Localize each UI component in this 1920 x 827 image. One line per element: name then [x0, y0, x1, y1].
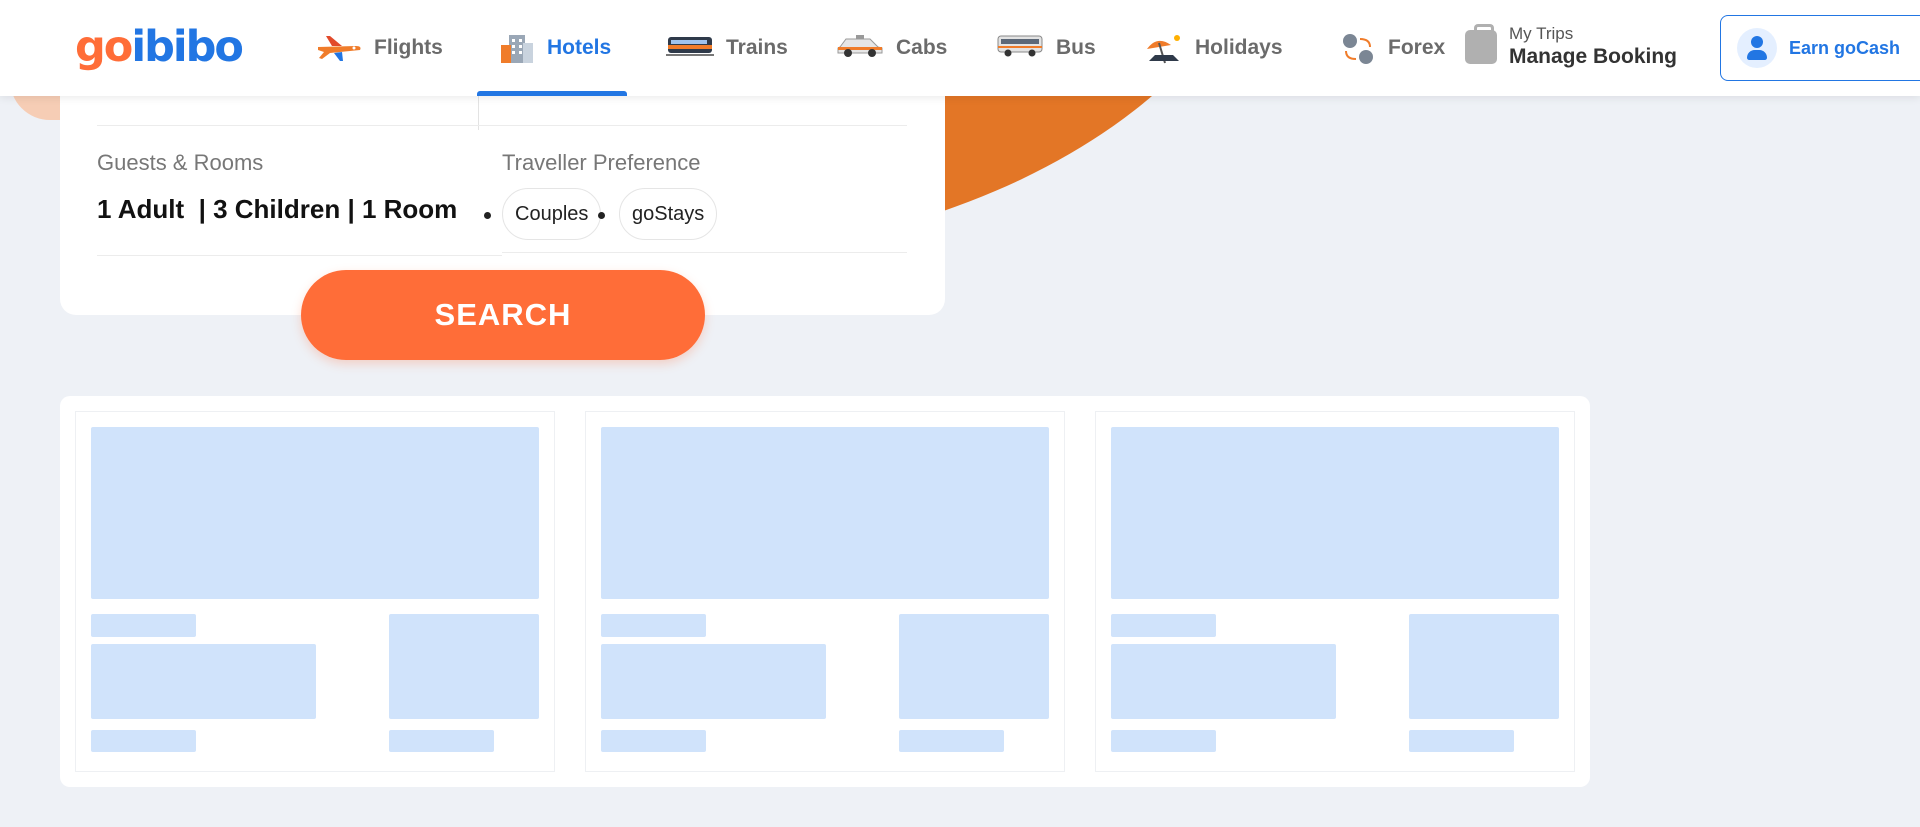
guests-rooms-value[interactable]: 1 Adult | 3 Children | 1 Room — [97, 194, 457, 225]
skeleton-line — [91, 730, 196, 752]
earn-gocash-button[interactable]: Earn goCash — [1720, 15, 1920, 81]
search-button[interactable]: SEARCH — [301, 270, 705, 360]
skeleton-block — [1409, 614, 1559, 719]
skeleton-line — [1111, 730, 1216, 752]
nav-item-cabs[interactable]: Cabs — [836, 0, 947, 96]
earn-gocash-label: Earn goCash — [1789, 37, 1901, 58]
bus-icon — [996, 33, 1044, 63]
skeleton-image-placeholder — [91, 427, 539, 599]
nav-item-bus[interactable]: Bus — [996, 0, 1096, 96]
nav-item-label: Trains — [726, 36, 788, 59]
preference-chip-couples[interactable]: Couples — [502, 188, 602, 240]
skeleton-card — [1095, 411, 1575, 772]
skeleton-image-placeholder — [601, 427, 1049, 599]
field-underline — [502, 252, 907, 253]
nav-item-hotels[interactable]: Hotels — [477, 0, 628, 96]
skeleton-card — [75, 411, 555, 772]
skeleton-block — [389, 614, 539, 719]
field-underline — [97, 255, 502, 256]
field-divider — [97, 125, 907, 126]
skeleton-line — [899, 730, 1004, 752]
separator-dot — [598, 212, 605, 219]
nav-item-trains[interactable]: Trains — [666, 0, 788, 96]
nav-item-label: Cabs — [896, 36, 948, 59]
skeleton-block — [899, 614, 1049, 719]
top-navigation-bar: goibibo Flights Hotels Trains Cabs Bus H… — [0, 0, 1920, 96]
my-trips-title: My Trips — [1509, 24, 1574, 43]
traveller-preference-label: Traveller Preference — [502, 150, 701, 175]
preference-chip-gostays[interactable]: goStays — [619, 188, 718, 240]
guests-rooms-label: Guests & Rooms — [97, 150, 264, 175]
hotel-icon — [499, 33, 535, 63]
goibibo-logo[interactable]: goibibo — [75, 22, 244, 72]
beach-umbrella-icon — [1143, 33, 1183, 64]
skeleton-line — [389, 730, 494, 752]
separator-dot — [484, 212, 491, 219]
nav-item-forex[interactable]: Forex — [1340, 0, 1445, 96]
my-trips-link[interactable]: My Trips Manage Booking — [1465, 24, 1677, 70]
plane-icon — [316, 33, 362, 63]
nav-item-label: Bus — [1056, 36, 1096, 59]
skeleton-line — [1111, 614, 1216, 637]
nav-item-label: Forex — [1388, 36, 1446, 59]
manage-booking-label: Manage Booking — [1509, 45, 1678, 68]
skeleton-line — [601, 730, 706, 752]
skeleton-card — [585, 411, 1065, 772]
train-icon — [666, 33, 714, 63]
nav-item-label: Flights — [374, 36, 443, 59]
nav-item-holidays[interactable]: Holidays — [1143, 0, 1283, 96]
skeleton-line — [601, 614, 706, 637]
hotel-results-skeleton — [60, 396, 1590, 787]
currency-exchange-icon — [1340, 33, 1376, 64]
skeleton-image-placeholder — [1111, 427, 1559, 599]
skeleton-line — [1409, 730, 1514, 752]
nav-item-flights[interactable]: Flights — [316, 0, 443, 96]
skeleton-block — [601, 644, 826, 719]
nav-item-label: Holidays — [1195, 36, 1283, 59]
skeleton-line — [91, 614, 196, 637]
skeleton-block — [91, 644, 316, 719]
nav-item-label: Hotels — [547, 36, 612, 59]
skeleton-block — [1111, 644, 1336, 719]
suitcase-icon — [1465, 24, 1497, 64]
cab-icon — [836, 33, 884, 63]
user-avatar-icon — [1737, 28, 1777, 68]
